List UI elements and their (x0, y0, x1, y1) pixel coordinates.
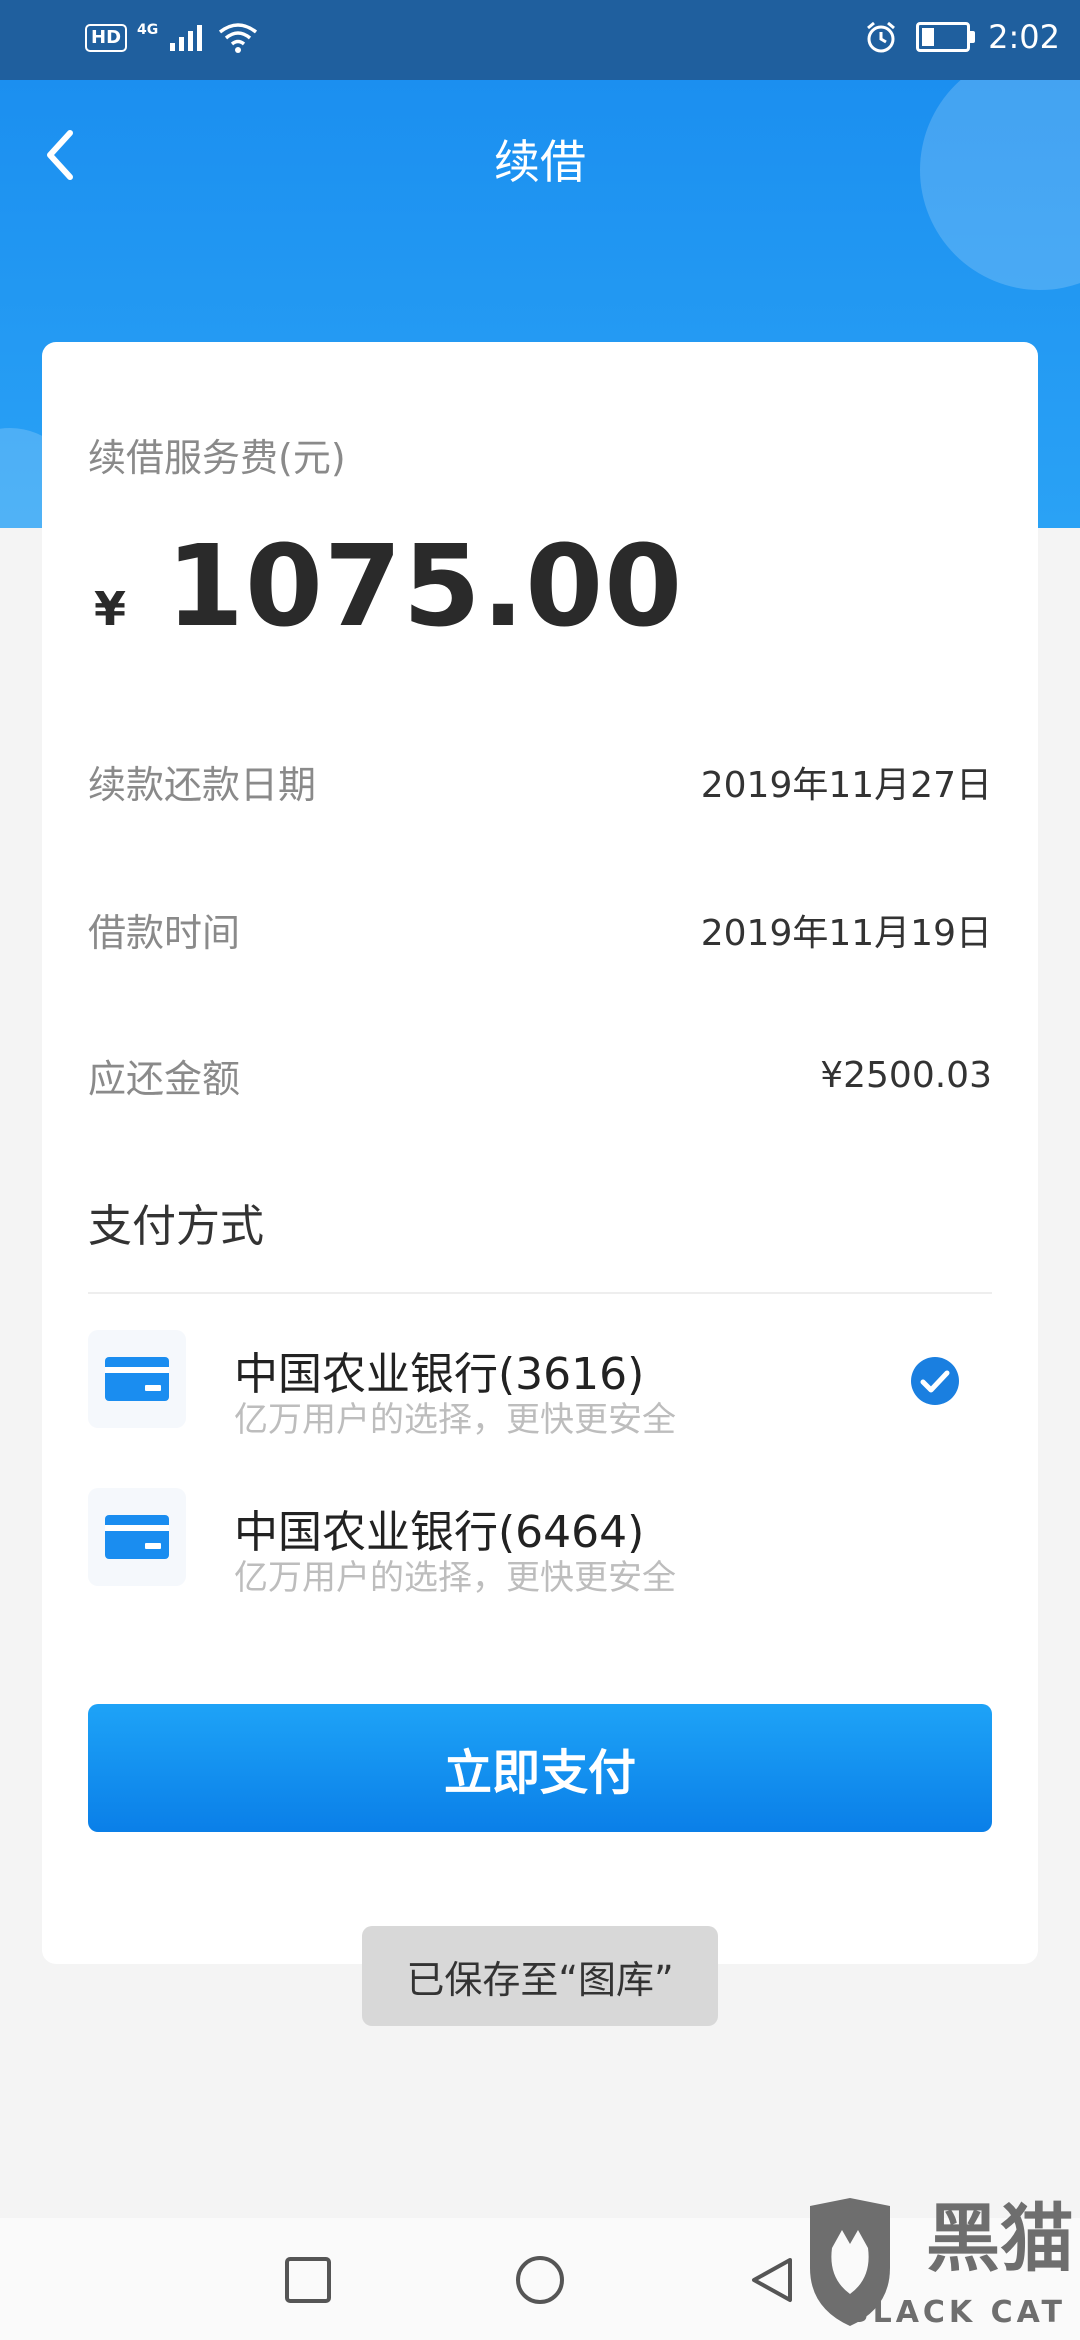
bank-subtitle: 亿万用户的选择，更快更安全 (234, 1400, 676, 1440)
bank-card-icon-box (88, 1488, 186, 1586)
payment-method-item[interactable]: 中国农业银行(6464) 亿万用户的选择，更快更安全 (88, 1488, 992, 1598)
pay-now-button[interactable]: 立即支付 (88, 1704, 992, 1832)
bank-card-icon-box (88, 1330, 186, 1428)
payment-section-title: 支付方式 (88, 1201, 264, 1252)
info-label: 续款还款日期 (88, 763, 317, 807)
watermark-text-en: BLACK CAT (845, 2295, 1066, 2330)
fee-amount-row: ¥ 1075.00 (94, 522, 683, 652)
square-recent-icon[interactable] (280, 2252, 336, 2308)
toast-message: 已保存至“图库” (362, 1926, 718, 2026)
black-cat-watermark: 黑猫 BLACK CAT (796, 2190, 1080, 2340)
status-bar: HD 4G 2:02 (0, 0, 1080, 80)
renewal-card: 续借服务费(元) ¥ 1075.00 续款还款日期 2019年11月27日 借款… (42, 342, 1038, 1964)
wifi-icon (219, 23, 258, 53)
alarm-icon (867, 21, 896, 53)
circle-home-icon[interactable] (512, 2252, 568, 2308)
status-left: HD 4G (85, 22, 258, 54)
currency-symbol: ¥ (94, 582, 127, 636)
bank-card-icon (105, 1515, 169, 1559)
info-row-loan-date: 借款时间 2019年11月19日 (88, 902, 992, 957)
info-row-due-date: 续款还款日期 2019年11月27日 (88, 754, 992, 809)
info-value: ¥2500.03 (820, 1055, 992, 1096)
info-row-amount-due: 应还金额 ¥2500.03 (88, 1048, 992, 1103)
battery-icon (916, 22, 976, 52)
fee-amount: 1075.00 (166, 522, 684, 652)
fee-label: 续借服务费(元) (88, 436, 346, 480)
page-title: 续借 (494, 135, 586, 189)
triangle-back-icon[interactable] (744, 2252, 800, 2308)
info-value: 2019年11月27日 (700, 764, 992, 806)
network-type: 4G (137, 22, 159, 38)
bank-subtitle: 亿万用户的选择，更快更安全 (234, 1558, 676, 1598)
check-circle-icon[interactable] (910, 1356, 960, 1406)
info-label: 借款时间 (88, 911, 241, 955)
info-label: 应还金额 (88, 1057, 241, 1101)
status-right: 2:02 (864, 18, 1060, 56)
status-time: 2:02 (988, 18, 1060, 56)
hd-badge: HD (85, 24, 128, 52)
payment-method-item[interactable]: 中国农业银行(3616) 亿万用户的选择，更快更安全 (88, 1330, 992, 1440)
watermark-text: 黑猫 (926, 2196, 1074, 2282)
divider (88, 1292, 992, 1294)
bank-card-icon (105, 1357, 169, 1401)
system-nav-bar: 黑猫 BLACK CAT (0, 2196, 1080, 2340)
signal-icon (170, 25, 203, 51)
info-value: 2019年11月19日 (700, 912, 992, 954)
